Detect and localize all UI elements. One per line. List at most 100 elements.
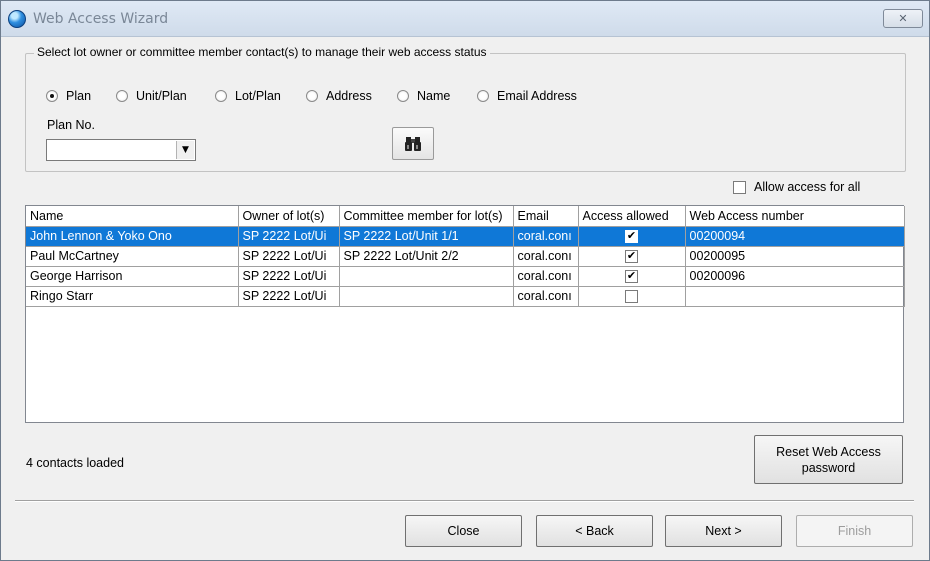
binoculars-icon: [405, 136, 421, 151]
reset-password-button[interactable]: Reset Web Access password: [754, 435, 903, 484]
empty-cell: [513, 366, 578, 386]
column-header-web-access-number[interactable]: Web Access number: [685, 206, 905, 227]
window-close-button[interactable]: ✕: [883, 9, 923, 28]
close-button[interactable]: Close: [405, 515, 522, 547]
grid-header-row: Name Owner of lot(s) Committee member fo…: [26, 206, 905, 227]
empty-cell: [685, 366, 904, 386]
empty-cell: [513, 306, 578, 326]
cell-email[interactable]: coral.conı: [513, 246, 579, 267]
empty-cell: [339, 386, 513, 406]
empty-cell: [238, 306, 339, 326]
radio-address[interactable]: Address: [306, 88, 372, 104]
cell-owner[interactable]: SP 2222 Lot/Ui: [238, 286, 340, 307]
cell-name[interactable]: George Harrison: [26, 266, 239, 287]
empty-cell: [685, 346, 904, 366]
next-button[interactable]: Next >: [665, 515, 782, 547]
divider: [15, 500, 914, 502]
empty-cell: [339, 306, 513, 326]
empty-cell: [578, 326, 685, 346]
cell-access-allowed[interactable]: ✔: [578, 246, 686, 267]
radio-unit-plan[interactable]: Unit/Plan: [116, 88, 187, 104]
checkbox-box: [733, 180, 746, 194]
table-row[interactable]: Ringo Starr SP 2222 Lot/Ui coral.conı: [26, 286, 905, 307]
column-header-name[interactable]: Name: [26, 206, 239, 227]
empty-cell: [578, 366, 685, 386]
allow-access-all-checkbox[interactable]: Allow access for all: [733, 179, 860, 195]
table-row[interactable]: Paul McCartney SP 2222 Lot/Ui SP 2222 Lot/…: [26, 246, 905, 267]
cell-name[interactable]: John Lennon & Yoko Ono: [26, 226, 239, 247]
cell-email[interactable]: coral.conı: [513, 286, 579, 307]
table-row[interactable]: John Lennon & Yoko Ono SP 2222 Lot/Ui SP 2…: [26, 226, 905, 247]
radio-plan[interactable]: Plan: [46, 88, 91, 104]
access-allowed-checkbox[interactable]: [625, 290, 638, 304]
empty-cell: [238, 346, 339, 366]
empty-row: [26, 386, 904, 406]
radio-label: Name: [417, 89, 451, 103]
empty-row: [26, 326, 904, 346]
cell-web-access-number[interactable]: 00200095: [685, 246, 905, 267]
cell-owner[interactable]: SP 2222 Lot/Ui: [238, 226, 340, 247]
cell-email[interactable]: coral.conı: [513, 266, 579, 287]
groupbox-legend: Select lot owner or committee member con…: [34, 45, 490, 59]
radio-name[interactable]: Name: [397, 88, 450, 104]
empty-cell: [578, 386, 685, 406]
window-title: Web Access Wizard: [33, 11, 169, 27]
column-header-email[interactable]: Email: [513, 206, 579, 227]
empty-row: [26, 306, 904, 326]
empty-cell: [685, 326, 904, 346]
cell-committee[interactable]: SP 2222 Lot/Unit 2/2: [339, 246, 514, 267]
cell-committee[interactable]: [339, 286, 514, 307]
cell-name[interactable]: Paul McCartney: [26, 246, 239, 267]
cell-committee[interactable]: [339, 266, 514, 287]
search-button[interactable]: [392, 127, 434, 160]
empty-cell: [339, 346, 513, 366]
radio-label: Email Address: [497, 89, 577, 103]
cell-committee[interactable]: SP 2222 Lot/Unit 1/1: [339, 226, 514, 247]
radio-indicator: [477, 90, 489, 102]
cell-name[interactable]: Ringo Starr: [26, 286, 239, 307]
radio-label: Lot/Plan: [235, 89, 281, 103]
access-allowed-checkbox[interactable]: ✔: [625, 250, 638, 264]
radio-indicator: [397, 90, 409, 102]
empty-cell: [339, 326, 513, 346]
cell-email[interactable]: coral.conı: [513, 226, 579, 247]
radio-label: Plan: [66, 89, 92, 103]
plan-no-combobox[interactable]: ▼: [46, 139, 196, 161]
radio-indicator: [46, 90, 58, 102]
radio-lot-plan[interactable]: Lot/Plan: [215, 88, 281, 104]
empty-row: [26, 366, 904, 386]
contacts-grid[interactable]: Name Owner of lot(s) Committee member fo…: [25, 205, 905, 423]
access-allowed-checkbox[interactable]: ✔: [625, 270, 638, 284]
empty-cell: [339, 366, 513, 386]
empty-cell: [513, 346, 578, 366]
radio-indicator: [116, 90, 128, 102]
wizard-window: Web Access Wizard ✕ Select lot owner or …: [0, 0, 930, 561]
allow-access-all-label: Allow access for all: [754, 180, 861, 194]
cell-web-access-number[interactable]: 00200096: [685, 266, 905, 287]
globe-icon: [8, 10, 26, 28]
radio-indicator: [215, 90, 227, 102]
cell-owner[interactable]: SP 2222 Lot/Ui: [238, 266, 340, 287]
cell-web-access-number[interactable]: [685, 286, 905, 307]
cell-access-allowed[interactable]: [578, 286, 686, 307]
table-row[interactable]: George Harrison SP 2222 Lot/Ui coral.conı ✔…: [26, 266, 905, 287]
status-text: 4 contacts loaded: [26, 456, 124, 470]
column-header-committee[interactable]: Committee member for lot(s): [339, 206, 514, 227]
cell-owner[interactable]: SP 2222 Lot/Ui: [238, 246, 340, 267]
empty-cell: [238, 386, 339, 406]
column-header-owner[interactable]: Owner of lot(s): [238, 206, 340, 227]
radio-label: Address: [326, 89, 372, 103]
cell-web-access-number[interactable]: 00200094: [685, 226, 905, 247]
column-header-access[interactable]: Access allowed: [578, 206, 686, 227]
access-allowed-checkbox[interactable]: ✔: [625, 230, 638, 244]
back-button[interactable]: < Back: [536, 515, 653, 547]
cell-access-allowed[interactable]: ✔: [578, 266, 686, 287]
plan-no-label: Plan No.: [47, 118, 95, 132]
empty-cell: [26, 386, 238, 406]
finish-button[interactable]: Finish: [796, 515, 913, 547]
title-bar[interactable]: Web Access Wizard ✕: [1, 1, 929, 37]
radio-email-address[interactable]: Email Address: [477, 88, 577, 104]
cell-access-allowed[interactable]: ✔: [578, 226, 686, 247]
empty-cell: [685, 306, 904, 326]
chevron-down-icon[interactable]: ▼: [176, 141, 194, 159]
